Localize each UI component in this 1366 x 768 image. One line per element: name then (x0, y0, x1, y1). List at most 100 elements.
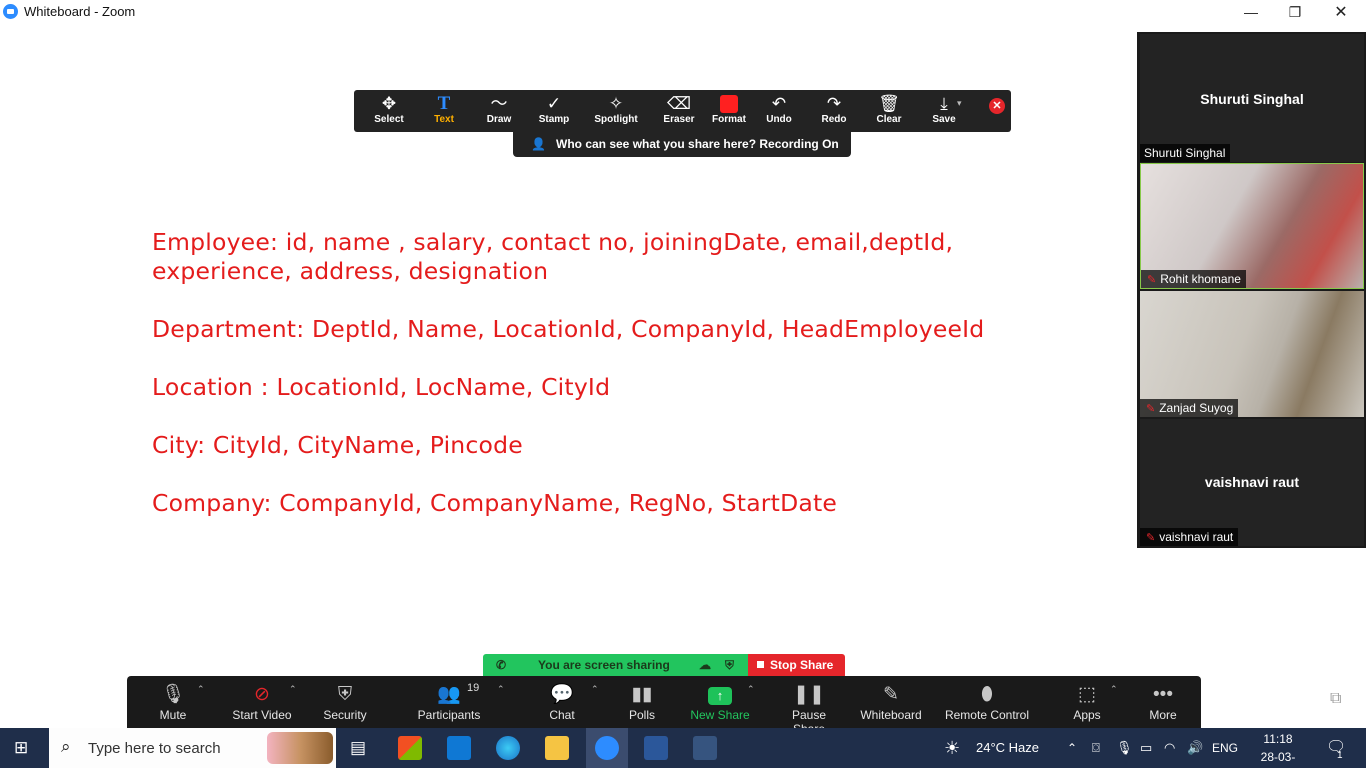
taskbar-search[interactable]: ⌕ Type here to search (49, 728, 336, 768)
control-label: More (1149, 708, 1177, 722)
control-label: Whiteboard (860, 708, 922, 722)
new-share-button[interactable]: ↑ New Share (689, 682, 751, 726)
zoom-taskbar-icon[interactable] (595, 736, 619, 760)
chevron-up-icon[interactable]: ⌃ (197, 684, 205, 695)
clock-time[interactable]: 11:18 (1248, 731, 1308, 747)
minimize-button[interactable]: — (1228, 0, 1274, 24)
tool-stamp[interactable]: ✓ Stamp (526, 94, 582, 130)
tool-text[interactable]: T Text (416, 94, 472, 130)
close-window-button[interactable]: ✕ (1318, 0, 1364, 24)
tool-format[interactable]: Format (701, 94, 757, 130)
whiteboard-text-line: Employee: id, name , salary, contact no,… (152, 228, 954, 285)
whiteboard-button[interactable]: ✎ Whiteboard (858, 682, 924, 726)
start-video-button[interactable]: ⊘ Start Video (227, 682, 297, 726)
mic-muted-icon: ✎ (1146, 532, 1156, 544)
chevron-up-icon[interactable]: ⌃ (1067, 728, 1077, 768)
battery-icon[interactable]: ▭ (1140, 728, 1152, 768)
chevron-up-icon[interactable]: ⌃ (1110, 684, 1118, 695)
language-indicator[interactable]: ENG (1212, 728, 1238, 768)
pause-icon: ❚❚ (793, 684, 825, 705)
control-label: Polls (628, 708, 655, 722)
edge-icon[interactable] (496, 736, 520, 760)
tool-undo[interactable]: ↶ Undo (751, 94, 807, 130)
share-icon: ↑ (689, 682, 751, 708)
window-title: Whiteboard - Zoom (24, 4, 136, 19)
tool-redo[interactable]: ↷ Redo (806, 94, 862, 130)
control-label: Chat (549, 708, 575, 722)
screen-sharing-banner[interactable]: ✆ You are screen sharing ☁ ⛨ (483, 654, 748, 676)
wand-icon: ✧ (608, 94, 624, 113)
redo-icon: ↷ (826, 94, 842, 113)
tool-label: Clear (876, 114, 902, 125)
tool-draw[interactable]: 〜 Draw (471, 94, 527, 130)
polls-button[interactable]: ▮▮ Polls (622, 682, 662, 726)
new-window-icon[interactable]: ⧉ (1330, 690, 1341, 708)
clock-date[interactable]: 28-03-2023 (1248, 749, 1308, 768)
tool-label: Select (374, 114, 404, 125)
wifi-icon[interactable]: ◠ (1164, 728, 1175, 768)
apps-button[interactable]: ⬚ Apps (1069, 682, 1105, 726)
stop-icon (757, 661, 764, 668)
chevron-up-icon[interactable]: ⌃ (289, 684, 297, 695)
pen-icon: ✎ (883, 684, 899, 705)
word-icon[interactable] (644, 736, 668, 760)
whiteboard-text-line: Location : LocationId, LocName, CityId (152, 373, 611, 401)
mail-icon[interactable] (447, 736, 471, 760)
participant-tile[interactable]: vaishnavi raut ✎ vaishnavi raut (1140, 419, 1364, 546)
stop-share-button[interactable]: Stop Share (748, 654, 845, 676)
mic-muted-icon: ✎ (1147, 274, 1157, 286)
camera-tray-icon[interactable]: ⌼ (1092, 728, 1100, 768)
notice-text: Who can see what you share here? Recordi… (556, 137, 839, 151)
windows-start-icon[interactable]: ⊞ (14, 739, 28, 757)
checkmark-icon: ✓ (546, 94, 562, 113)
move-icon: ✥ (381, 94, 397, 113)
chat-button[interactable]: 💬 Chat (540, 682, 584, 726)
participant-tile[interactable]: Shuruti Singhal Shuruti Singhal (1140, 34, 1364, 162)
pause-share-button[interactable]: ❚❚ Pause Share (775, 682, 843, 736)
participant-name-tag: ✎ Rohit khomane (1141, 270, 1246, 288)
mic-muted-icon: ✎ (1146, 403, 1156, 415)
windows-taskbar: ⊞ ⌕ Type here to search ▤ ☀ 24°C Haze ⌃ … (0, 728, 1366, 768)
volume-icon[interactable]: 🔊 (1187, 728, 1203, 768)
weather-icon: ☀ (944, 738, 961, 758)
whiteboard-text-line: Company: CompanyId, CompanyName, RegNo, … (152, 489, 838, 517)
tool-select[interactable]: ✥ Select (361, 94, 417, 130)
security-button[interactable]: ⛨ Security (317, 682, 373, 726)
tool-save[interactable]: ⤓ Save (916, 94, 972, 130)
participant-name: Zanjad Suyog (1159, 401, 1234, 415)
close-toolbar-button[interactable]: ✕ (989, 98, 1005, 114)
participant-gallery: Shuruti Singhal Shuruti Singhal ✎ Rohit k… (1137, 32, 1366, 548)
chevron-down-icon[interactable]: ▾ (957, 98, 962, 109)
more-button[interactable]: ••• More (1144, 682, 1182, 726)
eraser-icon: ⌫ (666, 94, 692, 113)
database-app-icon[interactable] (693, 736, 717, 760)
participant-video-tile[interactable]: ✎ Rohit khomane (1140, 163, 1364, 289)
tool-spotlight[interactable]: ✧ Spotlight (588, 94, 644, 130)
share-visibility-notice[interactable]: 👤 Who can see what you share here? Recor… (513, 132, 851, 157)
zoom-app-icon (3, 4, 18, 19)
whiteboard-text-line: City: CityId, CityName, Pincode (152, 431, 523, 459)
store-icon[interactable] (398, 736, 422, 760)
restore-button[interactable]: ❐ (1272, 0, 1318, 24)
participant-video-tile[interactable]: ✎ Zanjad Suyog (1140, 291, 1364, 417)
control-label: Apps (1073, 708, 1101, 722)
mute-button[interactable]: 🎙 Mute (151, 682, 195, 726)
chevron-up-icon[interactable]: ⌃ (497, 684, 505, 695)
phone-icon: ✆ (496, 658, 507, 672)
task-view-icon[interactable]: ▤ (350, 739, 366, 757)
chat-icon: 💬 (550, 684, 574, 705)
participant-center-name: vaishnavi raut (1204, 474, 1300, 490)
tool-clear[interactable]: 🗑 Clear (861, 94, 917, 130)
mic-icon: 🎙 (160, 684, 186, 705)
tool-eraser[interactable]: ⌫ Eraser (651, 94, 707, 130)
microphone-tray-icon[interactable]: 🎙 (1116, 728, 1133, 768)
chevron-up-icon[interactable]: ⌃ (747, 684, 755, 695)
whiteboard-canvas[interactable]: Employee: id, name , salary, contact no,… (152, 228, 1032, 547)
weather-text[interactable]: 24°C Haze (976, 728, 1039, 768)
tool-label: Draw (486, 114, 512, 125)
file-explorer-icon[interactable] (545, 736, 569, 760)
participant-name-tag: ✎ Zanjad Suyog (1140, 399, 1239, 417)
remote-control-button[interactable]: ⬮ Remote Control (943, 682, 1031, 726)
undo-icon: ↶ (771, 94, 787, 113)
chevron-up-icon[interactable]: ⌃ (591, 684, 599, 695)
